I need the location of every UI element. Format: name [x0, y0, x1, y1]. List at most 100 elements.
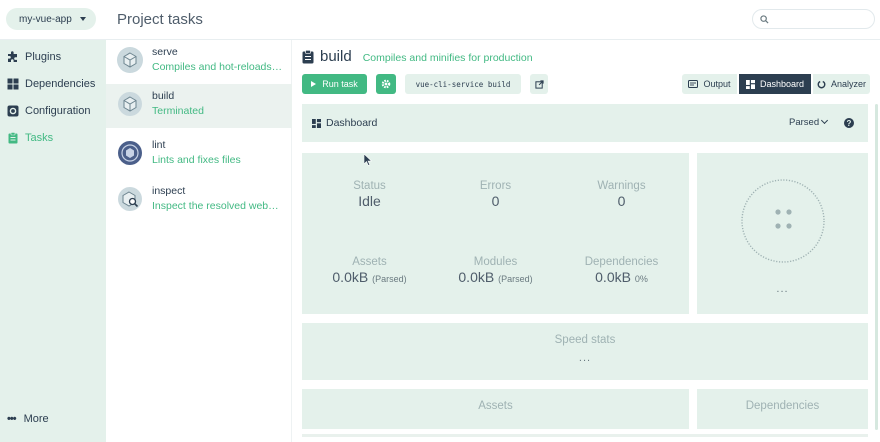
dependencies-label: Dependencies	[745, 400, 820, 412]
tab-output[interactable]: Output	[682, 74, 737, 94]
speed-stats-label: Speed stats	[554, 334, 616, 346]
dashboard-title-label: Dashboard	[326, 117, 378, 129]
terminal-icon	[688, 80, 699, 88]
progress-status: ...	[776, 283, 789, 295]
task-name: lint	[152, 139, 166, 151]
external-link-icon	[534, 79, 544, 89]
stat-status: Status Idle	[305, 180, 434, 209]
run-task-label: Run task	[322, 79, 358, 89]
page-title: Project tasks	[117, 11, 203, 28]
stat-modules: Modules 0.0kB (Parsed)	[431, 256, 560, 285]
task-item-serve[interactable]: serve Compiles and hot-reloads f...	[106, 40, 292, 84]
stat-label: Errors	[479, 180, 512, 192]
task-description: Lints and fixes files	[152, 154, 241, 166]
sidebar-more[interactable]: ••• More	[0, 408, 106, 430]
gear-icon	[381, 79, 391, 89]
build-stats-card: Status Idle Errors 0 Warnings 0 Assets 0…	[302, 153, 689, 314]
task-settings-button[interactable]	[376, 74, 396, 94]
sidebar-item-configuration[interactable]: Configuration	[0, 100, 106, 122]
dashboard-icon	[745, 79, 755, 89]
stat-label: Modules	[473, 256, 518, 268]
sidebar-item-label: Configuration	[25, 105, 91, 117]
dashboard-title: Dashboard	[312, 117, 377, 129]
stat-value: 0	[617, 193, 626, 209]
sidebar-item-label: Dependencies	[25, 78, 96, 90]
search-input[interactable]	[752, 9, 875, 29]
clipboard-icon	[302, 49, 314, 63]
stat-sub: (Parsed)	[372, 274, 407, 284]
task-item-lint[interactable]: lint Lints and fixes files	[106, 133, 292, 177]
assets-card: Assets	[302, 389, 689, 429]
tab-label: Analyzer	[830, 79, 866, 89]
sidebar: Plugins Dependencies Configuration Tasks…	[0, 40, 106, 442]
progress-card: ...	[697, 153, 868, 314]
task-title: build	[320, 48, 352, 65]
clipboard-icon	[7, 132, 19, 144]
stat-value: 0	[491, 193, 500, 209]
task-description: Compiles and hot-reloads f...	[152, 61, 284, 73]
stat-assets: Assets 0.0kB (Parsed)	[305, 256, 434, 285]
donut-chart-icon	[817, 80, 826, 88]
cube-icon	[117, 47, 143, 73]
stat-value: Idle	[358, 193, 381, 209]
grid-icon	[7, 78, 19, 90]
sidebar-item-label: Plugins	[25, 51, 62, 63]
task-name: build	[152, 90, 175, 102]
stat-label: Dependencies	[584, 256, 659, 268]
task-name: inspect	[152, 185, 186, 197]
horizontal-scrollbar[interactable]	[302, 434, 868, 437]
stat-sub: 0%	[634, 274, 648, 284]
task-name: serve	[152, 46, 178, 58]
inspect-icon	[117, 186, 143, 212]
project-name: my-vue-app	[19, 13, 72, 25]
stat-value: 0.0kB (Parsed)	[332, 269, 407, 285]
dependencies-card: Dependencies	[697, 389, 868, 429]
speed-stats-card: Speed stats ...	[302, 323, 868, 380]
stat-warnings: Warnings 0	[557, 180, 686, 209]
size-mode-select[interactable]: Parsed	[789, 117, 819, 128]
stat-label: Assets	[352, 256, 387, 268]
stat-sub: (Parsed)	[498, 274, 533, 284]
sidebar-item-label: Tasks	[25, 132, 54, 144]
task-subtitle: Compiles and minifies for production	[362, 51, 533, 64]
speed-stats-status: ...	[578, 352, 592, 364]
caret-down-icon	[80, 17, 86, 21]
stat-dependencies: Dependencies 0.0kB 0%	[557, 256, 686, 285]
project-selector[interactable]: my-vue-app	[6, 8, 96, 30]
sidebar-item-tasks[interactable]: Tasks	[0, 127, 106, 149]
play-icon	[311, 81, 317, 87]
sidebar-item-plugins[interactable]: Plugins	[0, 46, 106, 68]
tab-analyzer[interactable]: Analyzer	[813, 74, 870, 94]
lint-icon	[117, 140, 143, 166]
tab-label: Dashboard	[759, 79, 805, 89]
stat-label: Warnings	[597, 180, 646, 192]
more-dots-icon: •••	[7, 413, 17, 425]
chevron-down-icon[interactable]	[820, 116, 829, 125]
task-detail-panel: build Compiles and minifies for producti…	[292, 40, 880, 442]
open-in-editor-button[interactable]	[530, 74, 548, 94]
gear-icon	[7, 105, 19, 117]
task-list: serve Compiles and hot-reloads f... buil…	[106, 40, 292, 442]
dashboard-toolbar: Dashboard Parsed ?	[302, 104, 868, 142]
task-item-build[interactable]: build Terminated	[106, 84, 292, 128]
puzzle-icon	[7, 51, 19, 63]
assets-label: Assets	[478, 400, 513, 412]
run-task-button[interactable]: Run task	[302, 74, 367, 94]
more-label: More	[23, 413, 49, 425]
tab-dashboard[interactable]: Dashboard	[739, 74, 811, 94]
stat-value: 0.0kB 0%	[595, 269, 648, 285]
task-command: vue-cli-service build	[405, 74, 521, 94]
task-header: build Compiles and minifies for producti…	[302, 48, 533, 65]
stat-errors: Errors 0	[431, 180, 560, 209]
sidebar-item-dependencies[interactable]: Dependencies	[0, 73, 106, 95]
mouse-cursor-icon	[364, 154, 372, 166]
vertical-scrollbar[interactable]	[875, 104, 878, 430]
cube-icon	[117, 91, 143, 117]
dashboard-icon	[312, 118, 321, 128]
help-icon[interactable]: ?	[844, 118, 854, 128]
stat-value: 0.0kB (Parsed)	[458, 269, 533, 285]
task-item-inspect[interactable]: inspect Inspect the resolved webpa...	[106, 179, 292, 223]
progress-ring	[741, 179, 825, 263]
task-description: Inspect the resolved webpa...	[152, 200, 284, 212]
task-description: Terminated	[152, 105, 204, 117]
